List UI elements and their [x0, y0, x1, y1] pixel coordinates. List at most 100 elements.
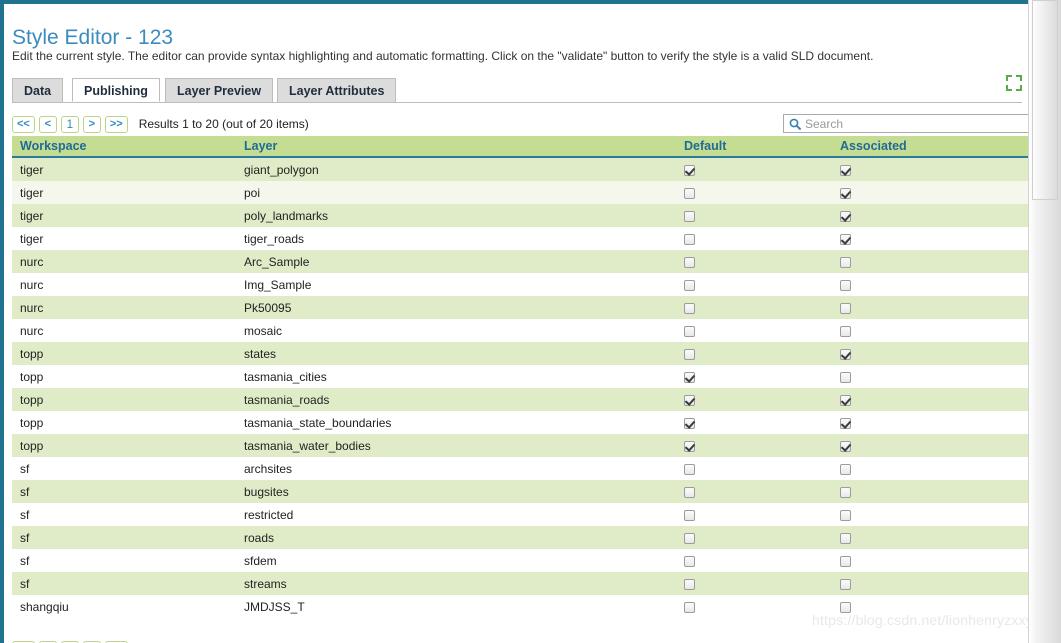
default-checkbox[interactable] [684, 233, 695, 245]
associated-checkbox[interactable] [840, 463, 851, 475]
default-checkbox[interactable] [684, 601, 695, 613]
expand-arrows-icon[interactable] [1005, 74, 1023, 92]
default-checkbox[interactable] [684, 394, 695, 406]
search-box[interactable] [783, 114, 1029, 133]
default-checkbox[interactable] [684, 440, 695, 452]
pager-prev-button[interactable]: < [38, 115, 57, 133]
column-header-default[interactable]: Default [676, 136, 832, 158]
default-checkbox[interactable] [684, 463, 695, 475]
table-row[interactable]: tiger poi [12, 181, 1029, 204]
default-checkbox[interactable] [684, 325, 695, 337]
cell-workspace: nurc [12, 319, 236, 342]
associated-checkbox[interactable] [840, 325, 851, 337]
pager-page-1-button[interactable]: 1 [60, 115, 79, 133]
associated-checkbox[interactable] [840, 371, 851, 383]
table-row[interactable]: topp tasmania_state_boundaries [12, 411, 1029, 434]
associated-checkbox[interactable] [840, 187, 851, 199]
cell-associated [832, 526, 1029, 549]
associated-checkbox[interactable] [840, 578, 851, 590]
cell-associated [832, 572, 1029, 595]
associated-checkbox[interactable] [840, 348, 851, 360]
default-checkbox[interactable] [684, 578, 695, 590]
table-row[interactable]: tiger giant_polygon [12, 157, 1029, 181]
default-checkbox[interactable] [684, 164, 695, 176]
table-row[interactable]: tiger tiger_roads [12, 227, 1029, 250]
associated-checkbox[interactable] [840, 440, 851, 452]
default-checkbox[interactable] [684, 532, 695, 544]
cell-workspace: nurc [12, 273, 236, 296]
associated-checkbox[interactable] [840, 279, 851, 291]
table-row[interactable]: nurc mosaic [12, 319, 1029, 342]
cell-associated [832, 595, 1029, 618]
table-header-row: Workspace Layer Default Associated [12, 136, 1029, 158]
pager-first-button[interactable]: << [12, 115, 35, 133]
column-header-associated[interactable]: Associated [832, 136, 1029, 158]
cell-layer: tasmania_state_boundaries [236, 411, 676, 434]
cell-associated [832, 319, 1029, 342]
associated-checkbox[interactable] [840, 302, 851, 314]
table-row[interactable]: sf restricted [12, 503, 1029, 526]
table-row[interactable]: sf sfdem [12, 549, 1029, 572]
associated-checkbox[interactable] [840, 509, 851, 521]
default-checkbox[interactable] [684, 187, 695, 199]
cell-default [676, 157, 832, 181]
associated-checkbox[interactable] [840, 532, 851, 544]
table-row[interactable]: sf streams [12, 572, 1029, 595]
default-checkbox[interactable] [684, 279, 695, 291]
vertical-scrollbar[interactable] [1028, 0, 1061, 643]
table-row[interactable]: shangqiu JMDJSS_T [12, 595, 1029, 618]
associated-checkbox[interactable] [840, 601, 851, 613]
table-row[interactable]: topp tasmania_roads [12, 388, 1029, 411]
cell-default [676, 572, 832, 595]
table-row[interactable]: sf roads [12, 526, 1029, 549]
table-row[interactable]: sf archsites [12, 457, 1029, 480]
table-row[interactable]: tiger poly_landmarks [12, 204, 1029, 227]
tab-layer-preview[interactable]: Layer Preview [165, 78, 274, 102]
default-checkbox[interactable] [684, 555, 695, 567]
default-checkbox[interactable] [684, 371, 695, 383]
cell-workspace: topp [12, 411, 236, 434]
cell-default [676, 365, 832, 388]
cell-layer: streams [236, 572, 676, 595]
associated-checkbox[interactable] [840, 210, 851, 222]
tab-bar: Data Publishing Layer Preview Layer Attr… [12, 78, 1022, 103]
pager-next-button[interactable]: > [82, 115, 101, 133]
search-input[interactable] [805, 116, 1029, 131]
default-checkbox[interactable] [684, 210, 695, 222]
tab-layer-attributes[interactable]: Layer Attributes [277, 78, 397, 102]
column-header-layer[interactable]: Layer [236, 136, 676, 158]
default-checkbox[interactable] [684, 509, 695, 521]
table-row[interactable]: sf bugsites [12, 480, 1029, 503]
cell-workspace: sf [12, 480, 236, 503]
column-header-workspace[interactable]: Workspace [12, 136, 236, 158]
table-row[interactable]: topp tasmania_cities [12, 365, 1029, 388]
cell-default [676, 273, 832, 296]
table-row[interactable]: nurc Img_Sample [12, 273, 1029, 296]
tab-data[interactable]: Data [12, 78, 64, 102]
associated-checkbox[interactable] [840, 256, 851, 268]
associated-checkbox[interactable] [840, 233, 851, 245]
default-checkbox[interactable] [684, 302, 695, 314]
associated-checkbox[interactable] [840, 417, 851, 429]
table-row[interactable]: nurc Pk50095 [12, 296, 1029, 319]
cell-workspace: tiger [12, 204, 236, 227]
cell-default [676, 526, 832, 549]
pager-last-button[interactable]: >> [104, 115, 128, 133]
vertical-scrollbar-thumb[interactable] [1032, 0, 1058, 200]
table-row[interactable]: nurc Arc_Sample [12, 250, 1029, 273]
associated-checkbox[interactable] [840, 164, 851, 176]
default-checkbox[interactable] [684, 486, 695, 498]
associated-checkbox[interactable] [840, 555, 851, 567]
associated-checkbox[interactable] [840, 394, 851, 406]
associated-checkbox[interactable] [840, 486, 851, 498]
table-row[interactable]: topp states [12, 342, 1029, 365]
default-checkbox[interactable] [684, 348, 695, 360]
table-body: tiger giant_polygon tiger poi tiger poly_land… [12, 157, 1029, 618]
cell-associated [832, 503, 1029, 526]
cell-associated [832, 181, 1029, 204]
default-checkbox[interactable] [684, 417, 695, 429]
table-row[interactable]: topp tasmania_water_bodies [12, 434, 1029, 457]
default-checkbox[interactable] [684, 256, 695, 268]
tab-publishing[interactable]: Publishing [72, 78, 160, 102]
cell-workspace: sf [12, 549, 236, 572]
